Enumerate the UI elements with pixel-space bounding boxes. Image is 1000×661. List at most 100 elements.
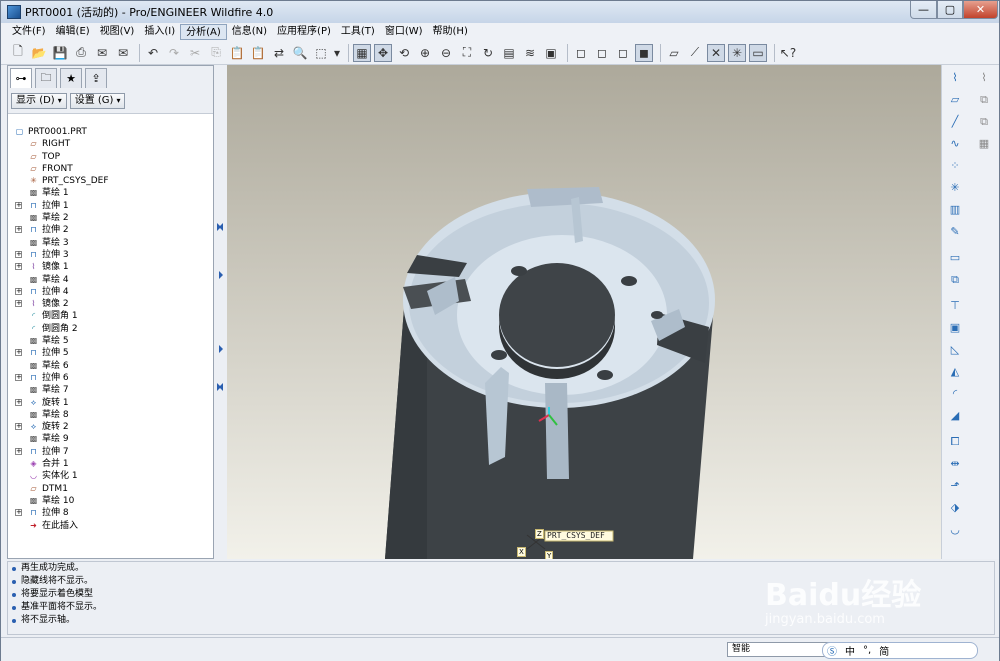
expand-icon[interactable]: + (15, 201, 22, 209)
send-mail-icon[interactable]: ✉ (93, 44, 111, 62)
tree-item[interactable]: + ⊓ 拉伸 4 (8, 286, 213, 298)
menu-item[interactable]: 工具(T) (336, 24, 380, 40)
sketched-datum-icon[interactable]: ▭ (946, 249, 964, 267)
ime-item[interactable]: 中 (845, 643, 855, 658)
new-icon[interactable]: 🗋 (9, 44, 27, 62)
datum-curve-tool-icon[interactable]: ∿ (946, 135, 964, 153)
pane-splitter[interactable] (215, 65, 225, 559)
no-hidden-icon[interactable]: ◻ (614, 44, 632, 62)
csys-tool-icon[interactable]: ✳ (946, 179, 964, 197)
trim-tool-icon[interactable]: ⬏ (946, 477, 964, 495)
cut-icon[interactable]: ✂ (186, 44, 204, 62)
tree-item[interactable]: + ⊓ 拉伸 5 (8, 347, 213, 359)
expand-icon[interactable]: + (15, 226, 22, 234)
tree-item[interactable]: ✳ PRT_CSYS_DEF (8, 175, 213, 187)
reorient-icon[interactable]: ↻ (479, 44, 497, 62)
model-tree-tab-icon[interactable]: ⊶ (10, 68, 32, 88)
annotation-toggle-icon[interactable]: ▭ (749, 43, 767, 62)
zoom-in-icon[interactable]: ⊕ (416, 44, 434, 62)
merge-tool-icon[interactable]: ⬗ (946, 499, 964, 517)
layers-icon[interactable]: ≋ (521, 44, 539, 62)
datum-point-tool-icon[interactable]: ⁘ (946, 157, 964, 175)
solidify-tool-icon[interactable]: ◡ (946, 521, 964, 539)
sketch-tool-icon[interactable]: ✎ (946, 223, 964, 241)
datum-plane-tool-icon[interactable]: ▱ (946, 91, 964, 109)
tree-item[interactable]: ▩ 草绘 5 (8, 335, 213, 347)
tree-item[interactable]: ◜ 倒圆角 1 (8, 310, 213, 322)
expand-icon[interactable]: + (15, 447, 22, 455)
datum-tools-icon[interactable]: ⌇ (946, 69, 964, 87)
maximize-button[interactable]: ▢ (937, 1, 963, 19)
menu-item[interactable]: 信息(N) (227, 24, 272, 40)
menu-item[interactable]: 帮助(H) (428, 24, 473, 40)
selection-dropdown-icon[interactable]: ▾ (333, 44, 341, 62)
copy-feature-icon[interactable]: ⧠ (946, 433, 964, 451)
chamfer-tool-icon[interactable]: ◢ (946, 407, 964, 425)
datum-points-toggle-icon[interactable]: ✕ (707, 43, 725, 62)
tree-item[interactable]: ▩ 草绘 4 (8, 274, 213, 286)
tree-item[interactable]: ▩ 草绘 8 (8, 409, 213, 421)
expand-icon[interactable]: + (15, 349, 22, 357)
undo-icon[interactable]: ↶ (144, 44, 162, 62)
expand-icon[interactable]: + (15, 300, 22, 308)
grid-icon[interactable]: ▦ (975, 135, 993, 153)
ime-item[interactable]: 简 (879, 643, 889, 658)
show-dropdown[interactable]: 显示 (D) ▾ (11, 92, 67, 109)
menu-item[interactable]: 窗口(W) (380, 24, 428, 40)
ime-toolbar[interactable]: Ⓢ 中 °, 简 (822, 642, 978, 659)
view-manager-icon[interactable]: ▣ (542, 44, 560, 62)
extrude-tool-icon[interactable]: ⊤ (946, 297, 964, 315)
menu-item[interactable]: 应用程序(P) (272, 24, 336, 40)
tree-item[interactable]: ▩ 草绘 3 (8, 237, 213, 249)
menu-item[interactable]: 分析(A) (180, 24, 227, 40)
tree-item[interactable]: ▩ 草绘 9 (8, 433, 213, 445)
csys-toggle-icon[interactable]: ✳ (728, 43, 746, 62)
minimize-button[interactable]: — (910, 1, 937, 19)
expand-icon[interactable]: + (15, 263, 22, 271)
context-help-icon[interactable]: ↖? (779, 44, 797, 62)
paste-special-icon[interactable]: 📋 (249, 44, 267, 62)
title-bar[interactable]: PRT0001 (活动的) - Pro/ENGINEER Wildfire 4.… (1, 1, 999, 23)
tree-item[interactable]: + ⌇ 镜像 2 (8, 298, 213, 310)
zoom-out-icon[interactable]: ⊖ (437, 44, 455, 62)
refit-icon[interactable]: ⛶ (458, 44, 476, 62)
tree-item[interactable]: + ⊓ 拉伸 6 (8, 372, 213, 384)
shading-icon[interactable]: ◼ (635, 43, 653, 62)
tree-item[interactable]: ▱ DTM1 (8, 483, 213, 495)
expand-icon[interactable]: + (15, 250, 22, 258)
repaint-icon[interactable]: ▦ (353, 43, 371, 62)
tree-item[interactable]: ◈ 合并 1 (8, 458, 213, 470)
revolve-tool-icon[interactable]: ▣ (946, 319, 964, 337)
blend-tool-icon[interactable]: ◭ (946, 363, 964, 381)
settings-dropdown[interactable]: 设置 (G) ▾ (69, 92, 126, 109)
menu-item[interactable]: 视图(V) (95, 24, 140, 40)
sweep-tool-icon[interactable]: ◺ (946, 341, 964, 359)
tree-item[interactable]: + ⟡ 旋转 1 (8, 397, 213, 409)
tree-item[interactable]: ▱ FRONT (8, 163, 213, 175)
regenerate-icon[interactable]: ⇄ (270, 44, 288, 62)
tree-item[interactable]: ◡ 实体化 1 (8, 470, 213, 482)
tree-root[interactable]: ▢ PRT0001.PRT (8, 126, 213, 138)
tree-item[interactable]: ➜ 在此插入 (8, 520, 213, 532)
tree-item[interactable]: + ⊓ 拉伸 8 (8, 507, 213, 519)
selection-box-icon[interactable]: ⬚ (312, 44, 330, 62)
ime-item[interactable]: °, (863, 645, 871, 656)
spin-center-icon[interactable]: ✥ (374, 43, 392, 62)
tree-item[interactable]: ▩ 草绘 2 (8, 212, 213, 224)
round-tool-icon[interactable]: ◜ (946, 385, 964, 403)
tree-item[interactable]: ▱ RIGHT (8, 138, 213, 150)
datum-planes-toggle-icon[interactable]: ▱ (665, 44, 683, 62)
close-button[interactable]: ✕ (963, 1, 998, 19)
tree-item[interactable]: + ⊓ 拉伸 2 (8, 224, 213, 236)
menu-item[interactable]: 文件(F) (7, 24, 51, 40)
tree-item[interactable]: + ⊓ 拉伸 7 (8, 446, 213, 458)
print-icon[interactable]: ⎙ (72, 44, 90, 62)
copy-icon[interactable]: ⧉ (975, 91, 993, 109)
open-icon[interactable]: 📂 (30, 44, 48, 62)
favorites-tab-icon[interactable]: ★ (60, 68, 82, 88)
tree-item[interactable]: + ⊓ 拉伸 3 (8, 249, 213, 261)
tree-item[interactable]: + ⌇ 镜像 1 (8, 261, 213, 273)
tree-item[interactable]: ◜ 倒圆角 2 (8, 323, 213, 335)
tree-item[interactable]: ▩ 草绘 6 (8, 360, 213, 372)
find-icon[interactable]: 🔍 (291, 44, 309, 62)
